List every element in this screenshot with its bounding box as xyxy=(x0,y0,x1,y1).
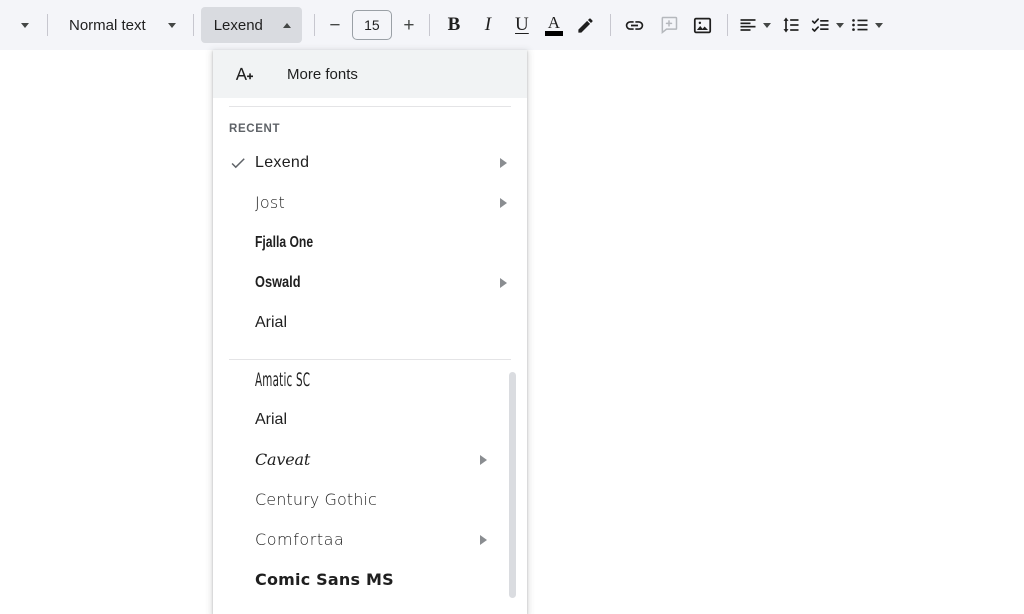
check-icon xyxy=(229,154,255,172)
recent-section-header: RECENT xyxy=(229,123,281,135)
font-name-label: Fjalla One xyxy=(255,234,314,251)
bold-icon: B xyxy=(447,14,461,35)
line-spacing-button[interactable] xyxy=(774,8,808,42)
pen-icon xyxy=(578,17,594,33)
toolbar-divider xyxy=(609,14,611,36)
font-size-input[interactable]: 15 xyxy=(351,10,392,40)
comment-plus-icon xyxy=(661,16,678,35)
toolbar-divider xyxy=(313,14,315,36)
chevron-up-icon xyxy=(282,22,291,28)
text-color-button[interactable]: A xyxy=(539,8,569,42)
font-name-label: Comfortaa xyxy=(255,530,345,549)
checklist-icon xyxy=(811,18,829,32)
font-menu-item[interactable]: Fjalla One xyxy=(213,223,527,263)
font-menu-item[interactable]: Amatic SC xyxy=(213,360,527,400)
font-name-label: Amatic SC xyxy=(255,368,311,391)
bold-button[interactable]: B xyxy=(437,8,471,42)
font-name-label: Oswald xyxy=(255,274,301,291)
chevron-down-icon xyxy=(835,22,844,28)
chevron-down-icon xyxy=(21,22,29,28)
font-size-value: 15 xyxy=(364,17,380,33)
document-toolbar: Normal text Lexend − 15 + B I U A xyxy=(0,0,1024,50)
font-name-label: Arial xyxy=(255,314,288,331)
add-comment-button[interactable] xyxy=(652,8,686,42)
align-left-icon xyxy=(740,19,756,31)
font-name-label: Jost xyxy=(255,193,285,212)
font-family-label: Lexend xyxy=(213,16,263,34)
line-spacing-icon xyxy=(783,17,799,33)
font-name-label: Century Gothic xyxy=(255,490,377,509)
text-color-swatch xyxy=(544,30,563,36)
submenu-arrow-icon xyxy=(500,158,507,168)
minus-icon: − xyxy=(329,14,341,36)
underline-icon: U xyxy=(515,14,529,35)
submenu-arrow-icon xyxy=(500,198,507,208)
recent-fonts-list: Lexend Jost Fjalla One Oswald Arial xyxy=(213,143,527,343)
chevron-down-icon xyxy=(762,22,771,28)
increase-font-size-button[interactable]: + xyxy=(396,10,422,40)
underline-button[interactable]: U xyxy=(505,8,539,42)
a-plus-icon xyxy=(231,64,257,84)
font-family-dropdown[interactable]: Lexend xyxy=(200,7,302,43)
paragraph-style-dropdown[interactable]: Normal text xyxy=(55,8,186,42)
font-name-label: Arial xyxy=(255,411,288,428)
font-menu-item[interactable]: Comfortaa xyxy=(213,520,527,560)
font-menu-item[interactable]: Century Gothic xyxy=(213,480,527,520)
font-name-label: Comic Sans MS xyxy=(255,570,394,589)
font-menu-item[interactable]: Arial xyxy=(213,400,527,440)
chevron-down-icon xyxy=(874,22,883,28)
submenu-arrow-icon xyxy=(500,278,507,288)
paragraph-style-label: Normal text xyxy=(69,16,146,34)
align-button[interactable] xyxy=(735,8,774,42)
italic-icon: I xyxy=(484,14,492,35)
submenu-arrow-icon xyxy=(480,455,487,465)
bulleted-list-icon xyxy=(852,19,868,31)
all-fonts-list: Amatic SC Arial Caveat Century Gothic Comfor… xyxy=(213,360,527,600)
toolbar-divider xyxy=(428,14,430,36)
font-menu-item[interactable]: Jost xyxy=(213,183,527,223)
checklist-button[interactable] xyxy=(808,8,847,42)
bulleted-list-button[interactable] xyxy=(847,8,886,42)
font-menu-item[interactable]: Comic Sans MS xyxy=(213,560,527,600)
insert-link-button[interactable] xyxy=(618,8,652,42)
font-menu-item[interactable]: Lexend xyxy=(213,143,527,183)
font-menu-item[interactable]: Oswald xyxy=(213,263,527,303)
font-name-label: Caveat xyxy=(255,450,311,469)
decrease-font-size-button[interactable]: − xyxy=(322,10,348,40)
link-icon xyxy=(626,20,644,30)
toolbar-divider xyxy=(726,14,728,36)
more-fonts-menu-item[interactable]: More fonts xyxy=(213,50,527,98)
submenu-arrow-icon xyxy=(480,535,487,545)
plus-icon: + xyxy=(403,14,415,36)
toolbar-divider xyxy=(47,14,48,36)
font-name-label: Lexend xyxy=(255,154,310,171)
font-size-stepper: − 15 + xyxy=(322,10,422,40)
font-menu-item[interactable]: Caveat xyxy=(213,440,527,480)
insert-image-button[interactable] xyxy=(686,8,720,42)
italic-button[interactable]: I xyxy=(471,8,505,42)
font-menu-item[interactable]: Arial xyxy=(213,303,527,343)
more-fonts-label: More fonts xyxy=(287,65,358,83)
collapse-toolbar-button[interactable] xyxy=(10,8,40,42)
highlight-color-button[interactable] xyxy=(569,8,603,42)
chevron-down-icon xyxy=(167,22,176,28)
text-color-letter: A xyxy=(547,12,561,32)
toolbar-divider xyxy=(192,14,194,36)
image-icon xyxy=(694,17,712,33)
font-family-menu: More fonts RECENT Lexend Jost Fjalla One Os… xyxy=(213,50,527,614)
